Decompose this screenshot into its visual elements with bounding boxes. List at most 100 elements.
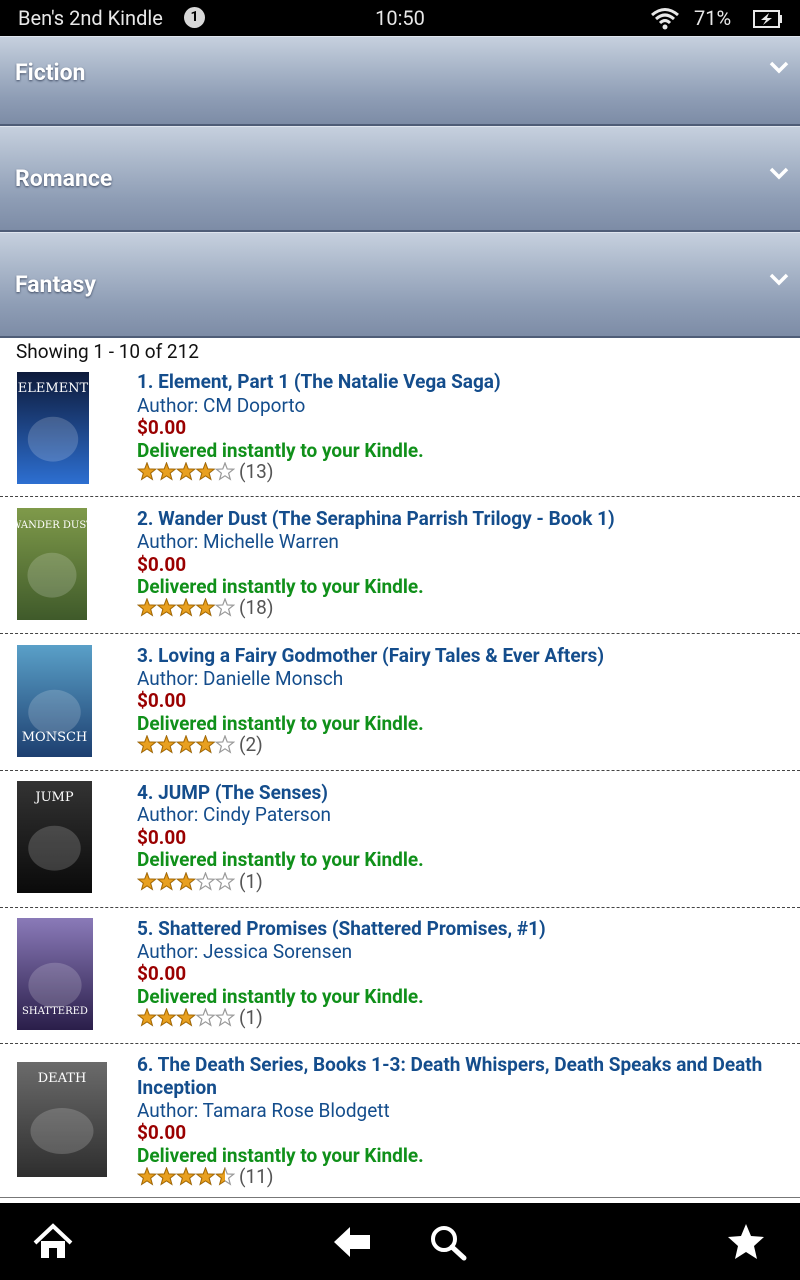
category-label: Fantasy — [15, 271, 96, 298]
book-author: Author: Tamara Rose Blodgett — [137, 1099, 390, 1122]
cover-figure — [28, 825, 81, 871]
delivery-note: Delivered instantly to your Kindle. — [137, 848, 424, 871]
star-filled — [176, 1167, 196, 1186]
chevron-down-icon — [768, 271, 790, 291]
star-filled — [137, 598, 157, 617]
star-filled — [195, 1167, 216, 1186]
review-count[interactable]: (1) — [239, 870, 263, 893]
delivery-note: Delivered instantly to your Kindle. — [137, 575, 424, 598]
stars-icon — [137, 1167, 235, 1186]
star-empty — [195, 1008, 216, 1027]
book-title-link[interactable]: 2. Wander Dust (The Seraphina Parrish Tr… — [137, 507, 787, 530]
bottom-nav-bar — [0, 1203, 800, 1280]
cover-figure — [28, 689, 81, 735]
wifi-icon — [650, 6, 680, 35]
star-filled — [195, 598, 216, 617]
cover-art: WANDER DUST — [17, 508, 87, 620]
cover-figure — [30, 1108, 94, 1154]
star-filled — [176, 1008, 196, 1027]
review-count[interactable]: (18) — [239, 596, 273, 619]
cover-title-text: MONSCH — [22, 730, 88, 745]
star-filled — [176, 462, 196, 481]
stars-icon — [137, 462, 235, 481]
stars-icon — [137, 598, 235, 617]
clock: 10:50 — [375, 6, 425, 30]
book-title-link[interactable]: 5. Shattered Promises (Shattered Promise… — [137, 917, 787, 940]
review-count[interactable]: (11) — [239, 1165, 273, 1188]
star-filled — [137, 1008, 157, 1027]
stars-icon — [137, 872, 235, 891]
star-filled — [156, 598, 177, 617]
cover-art: DEATH — [17, 1062, 107, 1177]
star-empty — [214, 735, 235, 754]
cover-art: ELEMENT — [17, 372, 89, 484]
list-item[interactable]: ELEMENT 1. Element, Part 1 (The Natalie … — [0, 362, 800, 497]
star-filled — [156, 1008, 177, 1027]
cover-title-text: WANDER DUST — [17, 520, 87, 531]
status-bar: Ben's 2nd Kindle 1 10:50 71% — [0, 0, 800, 36]
book-title-link[interactable]: 1. Element, Part 1 (The Natalie Vega Sag… — [137, 370, 787, 393]
star-empty — [214, 462, 235, 481]
book-cover-image[interactable]: JUMP — [17, 781, 92, 893]
star-filled — [176, 598, 196, 617]
results-summary: Showing 1 - 10 of 212 — [16, 340, 199, 363]
book-cover-image[interactable]: DEATH — [17, 1062, 107, 1177]
delivery-note: Delivered instantly to your Kindle. — [137, 985, 424, 1008]
category-romance[interactable]: Romance — [0, 126, 800, 232]
home-icon[interactable] — [32, 1223, 74, 1265]
list-item[interactable]: WANDER DUST 2. Wander Dust (The Seraphin… — [0, 497, 800, 634]
book-price: $0.00 — [137, 416, 187, 439]
category-fantasy[interactable]: Fantasy — [0, 232, 800, 338]
back-arrow-icon[interactable] — [332, 1225, 372, 1263]
book-cover-image[interactable]: MONSCH — [17, 645, 92, 757]
cover-art: SHATTERED — [17, 918, 93, 1030]
category-fiction[interactable]: Fiction — [0, 36, 800, 126]
stars-icon — [137, 735, 235, 754]
chevron-down-icon — [768, 165, 790, 185]
cover-title-text: DEATH — [38, 1071, 87, 1086]
chevron-down-icon — [768, 59, 790, 79]
star-filled — [195, 462, 216, 481]
delivery-note: Delivered instantly to your Kindle. — [137, 439, 424, 462]
cover-art: MONSCH — [17, 645, 92, 757]
book-price: $0.00 — [137, 962, 187, 985]
search-icon[interactable] — [428, 1223, 468, 1265]
book-title-link[interactable]: 6. The Death Series, Books 1-3: Death Wh… — [137, 1053, 787, 1099]
book-author: Author: Jessica Sorensen — [137, 940, 353, 963]
book-title-link[interactable]: 4. JUMP (The Senses) — [137, 781, 787, 804]
book-author: Author: Michelle Warren — [137, 530, 339, 553]
star-empty — [214, 598, 235, 617]
book-price: $0.00 — [137, 689, 187, 712]
list-item[interactable]: DEATH 6. The Death Series, Books 1-3: De… — [0, 1044, 800, 1198]
list-item[interactable]: SHATTERED 5. Shattered Promises (Shatter… — [0, 908, 800, 1044]
list-item[interactable]: MONSCH 3. Loving a Fairy Godmother (Fair… — [0, 634, 800, 771]
battery-percent: 71% — [694, 6, 732, 30]
book-author: Author: CM Doporto — [137, 394, 306, 417]
favorites-star-icon[interactable] — [726, 1222, 766, 1266]
cover-title-text: ELEMENT — [18, 381, 89, 396]
category-label: Romance — [15, 165, 113, 192]
star-filled — [137, 872, 157, 891]
star-filled — [156, 872, 177, 891]
review-count[interactable]: (13) — [239, 460, 273, 483]
book-cover-image[interactable]: ELEMENT — [17, 372, 89, 484]
book-price: $0.00 — [137, 553, 187, 576]
star-filled — [137, 462, 157, 481]
star-empty — [195, 872, 216, 891]
star-empty — [214, 1008, 235, 1027]
book-author: Author: Cindy Paterson — [137, 803, 332, 826]
star-filled — [156, 735, 177, 754]
review-count[interactable]: (2) — [239, 733, 263, 756]
book-title-link[interactable]: 3. Loving a Fairy Godmother (Fairy Tales… — [137, 644, 787, 667]
stars-icon — [137, 1008, 235, 1027]
list-item[interactable]: JUMP 4. JUMP (The Senses) Author: Cindy … — [0, 771, 800, 908]
cover-figure — [27, 416, 79, 462]
star-filled — [156, 462, 177, 481]
battery-charging-icon — [753, 9, 783, 33]
cover-figure — [28, 962, 82, 1008]
review-count[interactable]: (1) — [239, 1006, 263, 1029]
delivery-note: Delivered instantly to your Kindle. — [137, 712, 424, 735]
book-cover-image[interactable]: SHATTERED — [17, 918, 93, 1030]
cover-figure — [27, 552, 77, 598]
book-cover-image[interactable]: WANDER DUST — [17, 508, 87, 620]
